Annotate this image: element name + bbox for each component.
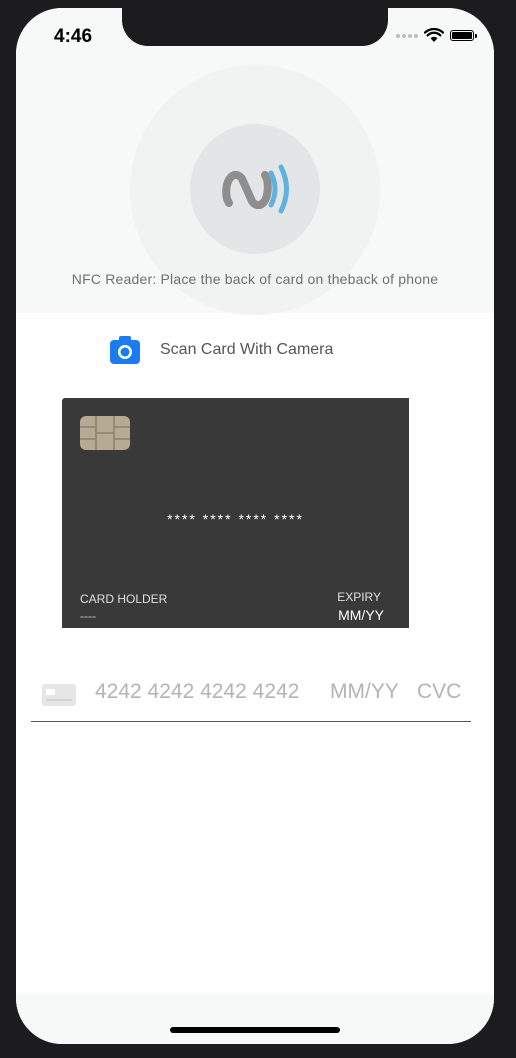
card-number: **** **** **** ****: [167, 511, 304, 527]
nfc-icon[interactable]: [190, 124, 320, 254]
bottom-safe-area: [16, 994, 494, 1044]
card-chip-icon: [80, 416, 130, 450]
card-holder-value: ----: [80, 609, 96, 623]
credit-card-icon: [42, 684, 76, 706]
nfc-caption: NFC Reader: Place the back of card on th…: [71, 271, 439, 287]
device-notch: [122, 8, 388, 46]
app-screen: NFC Reader: Place the back of card on th…: [16, 8, 494, 1044]
device-frame: NFC Reader: Place the back of card on th…: [0, 0, 516, 1058]
camera-icon: [110, 336, 140, 364]
card-number-field[interactable]: 4242 4242 4242 4242: [95, 680, 299, 704]
card-expiry-value: MM/YY: [338, 607, 384, 623]
card-input-row: 4242 4242 4242 4242 MM/YY CVC: [31, 676, 471, 722]
status-time: 4:46: [54, 26, 93, 47]
home-indicator[interactable]: [170, 1027, 340, 1033]
cvc-field[interactable]: CVC: [417, 680, 461, 704]
card-holder-label: CARD HOLDER: [80, 592, 168, 606]
battery-icon: [450, 30, 477, 41]
signal-dots-icon: [396, 33, 418, 38]
scan-card-label: Scan Card With Camera: [160, 341, 334, 358]
card-preview: **** **** **** **** CARD HOLDER ---- EXP…: [62, 398, 409, 628]
expiry-field[interactable]: MM/YY: [330, 680, 399, 704]
card-expiry-label: EXPIRY: [337, 590, 381, 604]
wifi-icon: [424, 28, 444, 42]
status-icons: [396, 28, 477, 43]
scan-card-button[interactable]: Scan Card With Camera: [110, 334, 333, 366]
